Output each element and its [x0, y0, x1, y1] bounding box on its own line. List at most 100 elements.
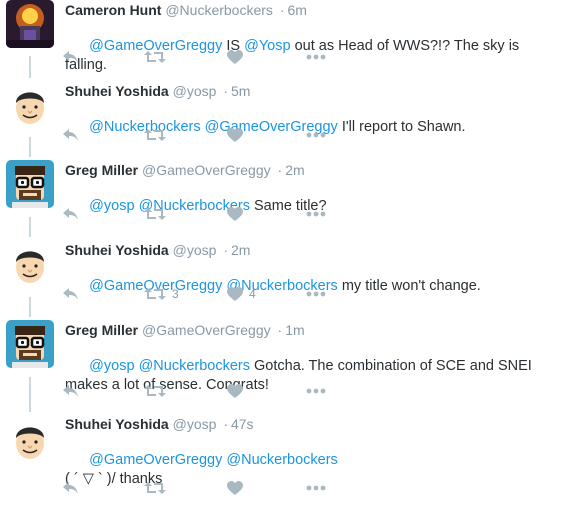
- reply-button[interactable]: [62, 125, 80, 145]
- author-handle[interactable]: @GameOverGreggy: [142, 322, 271, 338]
- tweet-header: Greg Miller @GameOverGreggy · 2m: [65, 161, 305, 179]
- more-icon: [306, 132, 326, 138]
- retweet-button[interactable]: [144, 125, 172, 145]
- mention-link[interactable]: @GameOverGreggy: [89, 452, 222, 468]
- game-character-avatar-icon: [6, 0, 54, 48]
- heart-icon: [227, 286, 243, 301]
- tweet: Greg Miller @GameOverGreggy · 2m @yosp @N…: [0, 160, 580, 240]
- retweet-icon: [144, 51, 166, 63]
- tweet-header: Shuhei Yoshida @yosp · 5m: [65, 82, 250, 100]
- author-handle[interactable]: @Nuckerbockers: [165, 2, 273, 18]
- tweet-actions: [62, 47, 362, 67]
- tweet-timestamp[interactable]: 1m: [285, 322, 304, 338]
- tweet: Cameron Hunt @Nuckerbockers · 6m @GameOve…: [0, 0, 580, 80]
- like-button[interactable]: [227, 478, 249, 498]
- more-button[interactable]: [306, 125, 326, 145]
- tweet-text: @yosp @Nuckerbockers Gotcha. The combina…: [65, 338, 560, 414]
- tweet-actions: [62, 204, 362, 224]
- more-icon: [306, 54, 326, 60]
- reply-icon: [63, 288, 78, 300]
- retweet-icon: [144, 482, 166, 494]
- retweet-icon: [144, 288, 166, 300]
- author-name[interactable]: Greg Miller: [65, 162, 138, 178]
- heart-icon: [227, 383, 243, 398]
- more-button[interactable]: [306, 381, 326, 401]
- more-icon: [306, 291, 326, 297]
- tweet-timestamp[interactable]: 47s: [231, 416, 254, 432]
- more-button[interactable]: [306, 204, 326, 224]
- more-button[interactable]: [306, 478, 326, 498]
- reply-icon: [63, 385, 78, 397]
- avatar[interactable]: [6, 320, 54, 368]
- tweet-actions: [62, 478, 362, 498]
- retweet-button[interactable]: [144, 204, 172, 224]
- more-button[interactable]: [306, 47, 326, 67]
- tweet-timestamp[interactable]: 2m: [285, 162, 304, 178]
- separator-dot: ·: [223, 416, 228, 432]
- separator-dot: ·: [279, 2, 285, 18]
- author-name[interactable]: Greg Miller: [65, 322, 138, 338]
- more-button[interactable]: [306, 284, 326, 304]
- author-name[interactable]: Shuhei Yoshida: [65, 242, 169, 258]
- reply-icon: [63, 208, 78, 220]
- retweet-button[interactable]: [144, 47, 172, 67]
- author-name[interactable]: Shuhei Yoshida: [65, 416, 169, 432]
- reply-button[interactable]: [62, 381, 80, 401]
- cartoon-man-avatar-icon: [6, 416, 54, 464]
- reply-icon: [63, 51, 78, 63]
- author-name[interactable]: Cameron Hunt: [65, 2, 161, 18]
- avatar[interactable]: [6, 160, 54, 208]
- tweet: Shuhei Yoshida @yosp · 5m @Nuckerbockers …: [0, 81, 580, 161]
- like-button[interactable]: 4: [227, 284, 256, 304]
- conversation-thread: Cameron Hunt @Nuckerbockers · 6m @GameOve…: [0, 0, 580, 510]
- like-button[interactable]: [227, 381, 249, 401]
- tweet: Shuhei Yoshida @yosp · 2m @GameOverGreggy…: [0, 240, 580, 320]
- author-handle[interactable]: @GameOverGreggy: [142, 162, 271, 178]
- tweet: Greg Miller @GameOverGreggy · 1m @yosp @N…: [0, 320, 580, 410]
- reply-button[interactable]: [62, 284, 80, 304]
- mention-link[interactable]: @Nuckerbockers: [139, 358, 250, 374]
- tweet-actions: [62, 381, 362, 401]
- separator-dot: ·: [277, 162, 283, 178]
- tweet-actions: [62, 125, 362, 145]
- like-button[interactable]: [227, 47, 249, 67]
- retweet-button[interactable]: [144, 381, 172, 401]
- tweet: Shuhei Yoshida @yosp · 47s @GameOverGregg…: [0, 414, 580, 510]
- reply-button[interactable]: [62, 47, 80, 67]
- more-icon: [306, 388, 326, 394]
- reply-button[interactable]: [62, 204, 80, 224]
- like-button[interactable]: [227, 125, 249, 145]
- retweet-icon: [144, 208, 166, 220]
- tweet-header: Shuhei Yoshida @yosp · 2m: [65, 241, 250, 259]
- avatar[interactable]: [6, 0, 54, 48]
- author-handle[interactable]: @yosp: [173, 83, 217, 99]
- heart-icon: [227, 480, 243, 495]
- heart-icon: [227, 49, 243, 64]
- retweet-count: 3: [172, 287, 179, 301]
- mention-link[interactable]: @yosp: [89, 358, 134, 374]
- heart-icon: [227, 127, 243, 142]
- tweet-timestamp[interactable]: 2m: [231, 242, 250, 258]
- separator-dot: ·: [223, 83, 228, 99]
- avatar[interactable]: [6, 81, 54, 129]
- retweet-button[interactable]: [144, 478, 172, 498]
- cartoon-glasses-avatar-icon: [6, 320, 54, 368]
- reply-icon: [63, 129, 78, 141]
- tweet-timestamp[interactable]: 5m: [231, 83, 250, 99]
- retweet-button[interactable]: 3: [144, 284, 179, 304]
- like-count: 4: [249, 287, 256, 301]
- retweet-icon: [144, 385, 166, 397]
- author-name[interactable]: Shuhei Yoshida: [65, 83, 169, 99]
- author-handle[interactable]: @yosp: [173, 416, 217, 432]
- avatar[interactable]: [6, 240, 54, 288]
- author-handle[interactable]: @yosp: [173, 242, 217, 258]
- tweet-timestamp[interactable]: 6m: [287, 2, 306, 18]
- like-button[interactable]: [227, 204, 249, 224]
- avatar[interactable]: [6, 416, 54, 464]
- mention-link[interactable]: @Nuckerbockers: [226, 452, 337, 468]
- cartoon-man-avatar-icon: [6, 81, 54, 129]
- separator-dot: ·: [277, 322, 283, 338]
- reply-button[interactable]: [62, 478, 80, 498]
- cartoon-glasses-avatar-icon: [6, 160, 54, 208]
- retweet-icon: [144, 129, 166, 141]
